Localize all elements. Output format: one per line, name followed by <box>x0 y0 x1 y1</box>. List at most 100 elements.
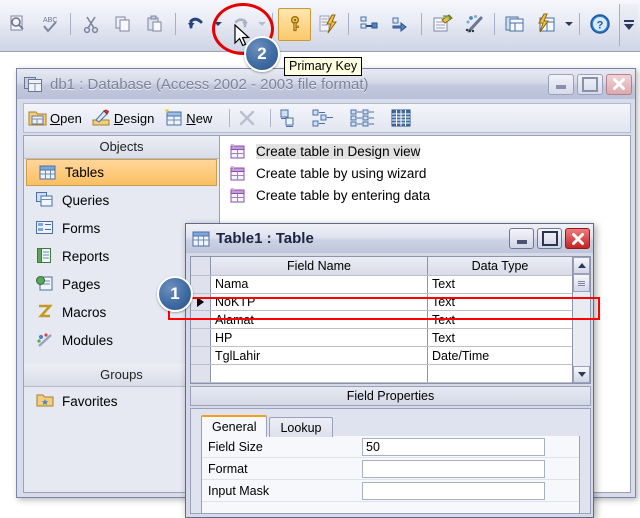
db-details-button[interactable] <box>390 108 412 128</box>
database-close-button[interactable] <box>606 73 632 95</box>
table-minimize-button[interactable] <box>509 228 534 249</box>
database-window-icon[interactable] <box>500 9 530 39</box>
cell-field-name[interactable]: Nama <box>211 275 428 293</box>
undo-dropdown-arrow[interactable] <box>212 9 224 39</box>
toolbar-separator <box>494 13 495 35</box>
cell-field-name[interactable] <box>211 365 428 382</box>
scrollbar-thumb[interactable] <box>573 274 590 292</box>
db-design-button[interactable]: Design <box>92 109 154 127</box>
db-open-label: Open <box>50 110 82 126</box>
database-window-toolbar: Open Design New <box>23 103 631 133</box>
tab-lookup[interactable]: Lookup <box>269 417 333 437</box>
cell-field-name[interactable]: HP <box>211 329 428 347</box>
sidebar-item-queries[interactable]: Queries <box>24 186 219 214</box>
toolbar-overflow-button[interactable] <box>619 4 638 46</box>
cell-data-type[interactable]: Text <box>428 276 572 293</box>
reports-icon <box>36 248 53 264</box>
sidebar-item-tables[interactable]: Tables <box>26 159 217 186</box>
field-properties-label: Field Properties <box>190 386 591 406</box>
cell-field-name[interactable]: Alamat <box>211 311 428 329</box>
new-table-icon <box>230 187 246 203</box>
row-selector[interactable] <box>191 329 211 347</box>
table-window-titlebar[interactable]: Table1 : Table <box>186 224 593 253</box>
cell-data-type[interactable]: Date/Time <box>428 347 572 364</box>
cell-data-type[interactable]: Text <box>428 294 572 311</box>
build-icon[interactable] <box>459 9 489 39</box>
property-value-format[interactable] <box>362 459 545 478</box>
cell-data-type[interactable]: Text <box>428 311 572 328</box>
property-value-input-mask[interactable] <box>362 481 545 500</box>
table-restore-button[interactable] <box>537 228 562 249</box>
tab-general[interactable]: General <box>201 415 268 437</box>
database-restore-button[interactable] <box>577 73 603 95</box>
db-new-button[interactable]: New <box>164 109 212 127</box>
print-preview-icon[interactable] <box>3 9 33 39</box>
field-properties-tabs: General Lookup <box>201 415 590 437</box>
new-table-icon <box>230 165 246 181</box>
copy-icon[interactable] <box>108 9 138 39</box>
row-selector[interactable] <box>191 275 211 293</box>
table-row-current[interactable]: NoKTP Text <box>191 293 572 312</box>
property-row-format[interactable]: Format <box>202 458 579 480</box>
table-row[interactable]: Nama Text <box>191 275 572 294</box>
new-object-dropdown-arrow[interactable] <box>563 9 575 39</box>
table-row[interactable]: TglLahir Date/Time <box>191 347 572 366</box>
db-large-icons-button[interactable] <box>278 108 300 128</box>
column-header-field-name[interactable]: Field Name <box>211 257 428 275</box>
cell-field-name[interactable]: TglLahir <box>211 347 428 365</box>
help-icon[interactable]: ? <box>585 9 615 39</box>
undo-icon[interactable] <box>181 9 211 39</box>
list-item-create-table-wizard[interactable]: Create table by using wizard <box>220 162 630 184</box>
scroll-up-button[interactable] <box>573 257 590 274</box>
indexes-icon[interactable] <box>313 9 343 39</box>
delete-rows-icon[interactable] <box>386 9 416 39</box>
large-icons-view-icon <box>280 109 294 127</box>
property-row-field-size[interactable]: Field Size 50 <box>202 436 579 458</box>
modules-icon <box>36 332 53 348</box>
properties-icon[interactable] <box>427 9 457 39</box>
scroll-down-button[interactable] <box>573 366 590 383</box>
spelling-icon[interactable]: ABC <box>35 9 65 39</box>
redo-dropdown-arrow[interactable] <box>256 9 268 39</box>
cell-data-type[interactable] <box>428 365 572 382</box>
field-grid-header: Field Name Data Type <box>191 257 572 276</box>
list-item-create-table-entering-data[interactable]: Create table by entering data <box>220 184 630 206</box>
field-properties-panel: General Lookup Field Size 50 Format Inpu… <box>190 408 591 514</box>
db-design-label: Design <box>113 110 155 126</box>
property-row-input-mask[interactable]: Input Mask <box>202 480 579 502</box>
column-header-data-type[interactable]: Data Type <box>428 257 572 275</box>
cell-data-type[interactable]: Text <box>428 329 572 346</box>
list-item-label: Create table by using wizard <box>256 165 427 181</box>
db-small-icons-button[interactable] <box>312 108 338 128</box>
database-minimize-button[interactable] <box>548 73 574 95</box>
db-list-button[interactable] <box>350 108 378 128</box>
toolbar-separator <box>421 13 422 35</box>
db-new-rest: ew <box>195 110 213 126</box>
cell-field-name[interactable]: NoKTP <box>211 293 428 311</box>
db-new-label: New <box>186 110 213 126</box>
db-open-button[interactable]: Open <box>28 109 82 127</box>
list-item-label: Create table in Design view <box>256 143 421 159</box>
property-value-field-size[interactable]: 50 <box>362 437 545 456</box>
primary-key-icon[interactable] <box>278 7 311 41</box>
sidebar-item-label: Tables <box>65 165 105 180</box>
row-selector[interactable] <box>191 365 211 382</box>
db-delete-button[interactable] <box>237 108 257 128</box>
row-selector-current[interactable] <box>191 293 211 311</box>
table-row[interactable]: HP Text <box>191 329 572 348</box>
insert-rows-icon[interactable] <box>354 9 384 39</box>
row-selector[interactable] <box>191 311 211 329</box>
table-row-empty[interactable] <box>191 365 572 383</box>
list-item-create-table-design[interactable]: Create table in Design view <box>220 140 630 162</box>
db-design-rest: esign <box>123 110 155 126</box>
property-name: Input Mask <box>208 483 270 498</box>
table-row[interactable]: Alamat Text <box>191 311 572 330</box>
field-grid-rows: Field Name Data Type Nama Text NoKTP Tex… <box>191 257 572 383</box>
cut-icon[interactable] <box>76 9 106 39</box>
row-selector[interactable] <box>191 347 211 365</box>
table-close-button[interactable] <box>565 228 590 249</box>
paste-icon[interactable] <box>140 9 170 39</box>
grid-vertical-scrollbar[interactable] <box>572 257 590 383</box>
new-object-icon[interactable] <box>532 9 562 39</box>
scrollbar-track[interactable] <box>573 292 590 366</box>
